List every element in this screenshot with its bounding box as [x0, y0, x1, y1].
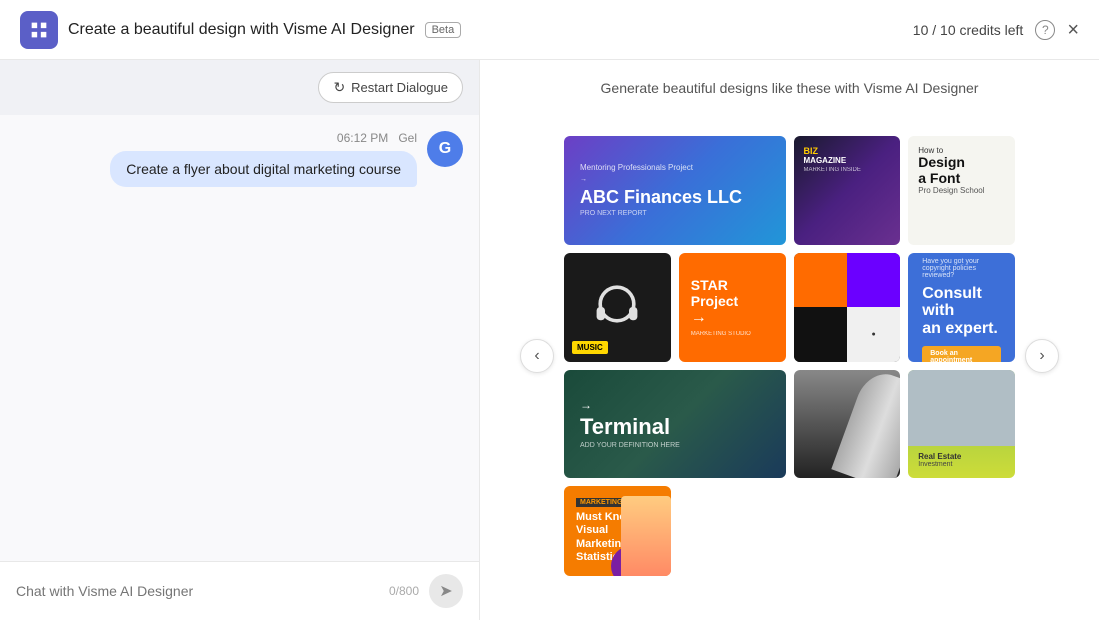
beta-badge: Beta — [425, 22, 462, 38]
header-right: 10 / 10 credits left ? × — [913, 20, 1079, 40]
header-title: Create a beautiful design with Visme AI … — [68, 21, 415, 39]
gallery-grid: Mentoring Professionals Project → ABC Fi… — [564, 136, 1015, 576]
prev-button[interactable]: ‹ — [520, 339, 554, 373]
chat-messages: 06:12 PM Gel Create a flyer about digita… — [0, 115, 479, 561]
gallery-item-abc-finances[interactable]: Mentoring Professionals Project → ABC Fi… — [564, 136, 786, 245]
chat-panel: ↻ Restart Dialogue 06:12 PM Gel Create a… — [0, 60, 480, 620]
prev-icon: ‹ — [534, 347, 539, 365]
help-icon[interactable]: ? — [1035, 20, 1055, 40]
gallery-item-how-to-design[interactable]: How to Design a Font Pro Design School — [908, 136, 1015, 245]
gallery-item-real-estate[interactable]: Real Estate Investment — [908, 370, 1015, 479]
gallery-title: Generate beautiful designs like these wi… — [520, 80, 1059, 96]
next-button[interactable]: › — [1025, 339, 1059, 373]
logo-icon — [20, 11, 58, 49]
send-button[interactable]: ➤ — [429, 574, 463, 608]
credits-text: 10 / 10 credits left — [913, 22, 1024, 38]
close-button[interactable]: × — [1067, 20, 1079, 40]
gallery-item-terminal[interactable]: → Terminal ADD YOUR DEFINITION HERE — [564, 370, 786, 479]
chat-input[interactable] — [16, 583, 379, 599]
gallery-item-marketing[interactable]: MARKETING LOHEN Must KnowVisual Marketin… — [564, 486, 671, 576]
gallery-item-consult[interactable]: JASONGO LAW FIRM Have you got your copyr… — [908, 253, 1015, 362]
restart-icon: ↻ — [333, 79, 345, 96]
gallery-panel: Generate beautiful designs like these wi… — [480, 60, 1099, 620]
restart-label: Restart Dialogue — [351, 80, 448, 95]
gallery-grid-wrapper: ‹ Mentoring Professionals Project → ABC … — [520, 112, 1059, 600]
chat-input-area: 0/800 ➤ — [0, 561, 479, 620]
gallery-item-bw-collage[interactable]: ● — [794, 253, 901, 362]
message-time: 06:12 PM Gel — [337, 131, 417, 145]
message-meta: 06:12 PM Gel Create a flyer about digita… — [110, 131, 417, 187]
message-bubble: Create a flyer about digital marketing c… — [110, 151, 417, 187]
chat-toolbar: ↻ Restart Dialogue — [0, 60, 479, 115]
message-row: 06:12 PM Gel Create a flyer about digita… — [16, 131, 463, 187]
header: Create a beautiful design with Visme AI … — [0, 0, 1099, 60]
gallery-item-star-project[interactable]: STARProject → MARKETING STUDIO — [679, 253, 786, 362]
gallery-item-arch[interactable] — [794, 370, 901, 479]
gallery-item-biz-magazine[interactable]: BIZ MAGAZINE MARKETING INSIDE — [794, 136, 901, 245]
send-icon: ➤ — [439, 581, 452, 601]
gallery-item-music[interactable]: MUSIC — [564, 253, 671, 362]
header-left: Create a beautiful design with Visme AI … — [20, 11, 461, 49]
next-icon: › — [1039, 347, 1044, 365]
avatar: G — [427, 131, 463, 167]
main-content: ↻ Restart Dialogue 06:12 PM Gel Create a… — [0, 60, 1099, 620]
restart-button[interactable]: ↻ Restart Dialogue — [318, 72, 463, 103]
char-count: 0/800 — [389, 584, 419, 598]
